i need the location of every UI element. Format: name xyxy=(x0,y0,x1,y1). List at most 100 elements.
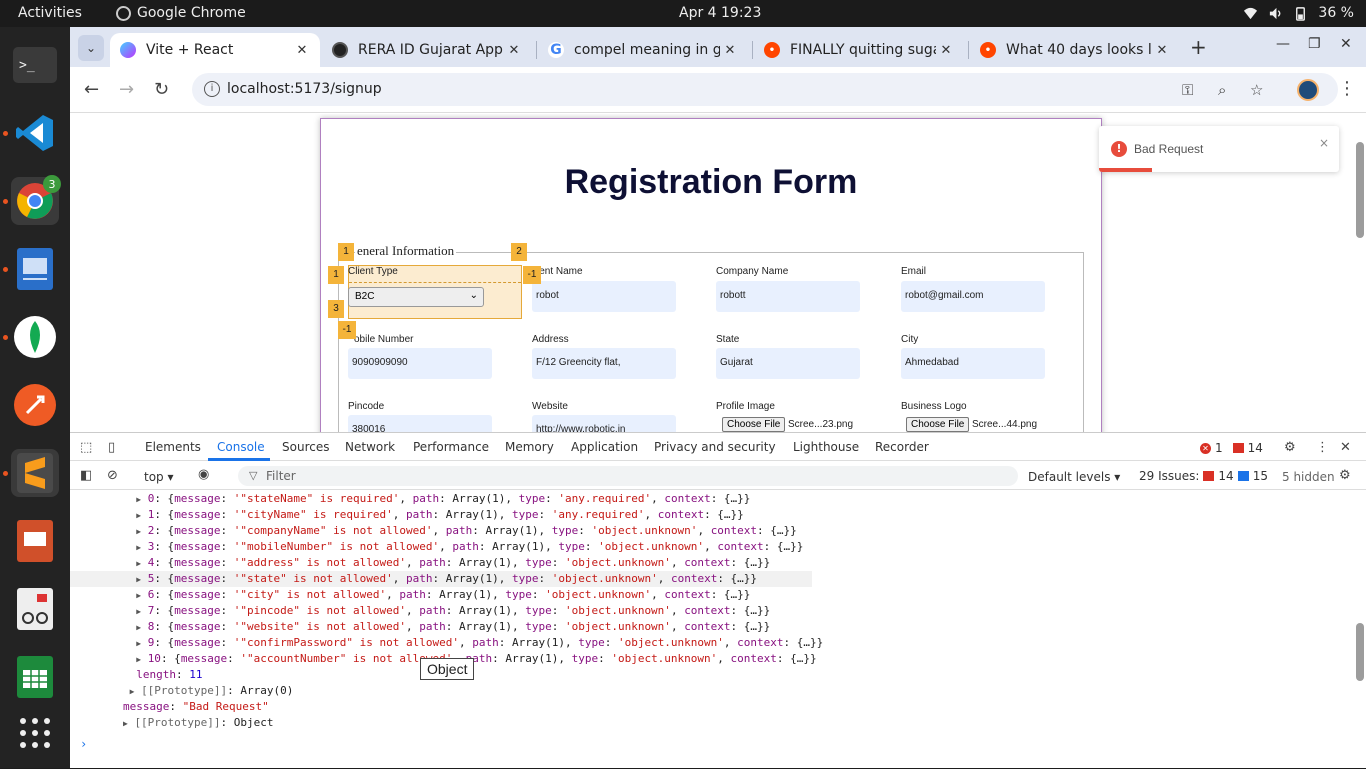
chrome-menu-icon[interactable]: ⋮ xyxy=(1338,78,1356,99)
zoom-icon[interactable]: ⌕ xyxy=(1218,81,1226,99)
mongodb-compass-launcher[interactable] xyxy=(3,313,59,361)
website-input[interactable]: http://www.robotic.in xyxy=(532,415,676,432)
tab-reddit-sugar[interactable]: • FINALLY quitting suga ✕ xyxy=(754,33,964,67)
back-arrow-icon[interactable]: ← xyxy=(84,79,99,100)
key-icon[interactable]: ⚿ xyxy=(1182,81,1193,99)
tab-close-icon[interactable]: ✕ xyxy=(292,43,312,58)
company-name-input[interactable]: robott xyxy=(716,281,860,312)
profile-image-choose-file-button[interactable]: Choose File xyxy=(722,417,786,432)
log-levels-dropdown[interactable]: Default levels ▾ xyxy=(1028,470,1120,484)
issues-counter[interactable]: 29 Issues: 14 15 xyxy=(1139,469,1268,483)
business-logo-choose-file-button[interactable]: Choose File xyxy=(906,417,970,432)
tab-rera-id[interactable]: RERA ID Gujarat App ✕ xyxy=(322,33,532,67)
state-input[interactable]: Gujarat xyxy=(716,348,860,379)
console-error-entry[interactable]: ▶ 5: {message: '"state" is not allowed',… xyxy=(70,571,812,587)
close-devtools-icon[interactable]: ✕ xyxy=(1340,440,1351,455)
new-tab-plus-icon[interactable]: + xyxy=(1190,35,1207,59)
expand-triangle-icon[interactable]: ▶ xyxy=(136,639,141,648)
app-menu[interactable]: Google Chrome xyxy=(116,5,246,21)
clock[interactable]: Apr 4 19:23 xyxy=(679,5,761,21)
tab-reddit-40-days[interactable]: • What 40 days looks lik ✕ xyxy=(970,33,1180,67)
sidebar-toggle-icon[interactable]: ◧ xyxy=(80,468,92,483)
tab-close-icon[interactable]: ✕ xyxy=(720,43,740,58)
console-error-entry[interactable]: ▶ 3: {message: '"mobileNumber" is not al… xyxy=(70,539,812,555)
tab-console[interactable]: Console xyxy=(217,440,265,454)
console-error-entry[interactable]: ▶ 0: {message: '"stateName" is required'… xyxy=(70,491,812,507)
console-error-entry[interactable]: ▶ 4: {message: '"address" is not allowed… xyxy=(70,555,812,571)
console-error-entry[interactable]: ▶ 8: {message: '"website" is not allowed… xyxy=(70,619,812,635)
client-type-select[interactable]: B2C ⌄ xyxy=(348,287,484,307)
pincode-input[interactable]: 380016 xyxy=(348,415,492,432)
tab-vite-react[interactable]: Vite + React ✕ xyxy=(110,33,320,67)
console-prompt[interactable]: › xyxy=(80,737,87,751)
system-tray[interactable]: 36 % xyxy=(1243,5,1354,21)
city-input[interactable]: Ahmedabad xyxy=(901,348,1045,379)
toast-close-icon[interactable]: × xyxy=(1319,136,1329,150)
show-apps-button[interactable] xyxy=(11,709,59,757)
expand-triangle-icon[interactable]: ▶ xyxy=(136,527,141,536)
calc-launcher[interactable] xyxy=(11,653,59,701)
tab-elements[interactable]: Elements xyxy=(145,440,201,454)
scrollbar-thumb[interactable] xyxy=(1356,142,1364,238)
expand-triangle-icon[interactable]: ▶ xyxy=(136,543,141,552)
live-expression-eye-icon[interactable]: ◉ xyxy=(198,467,209,482)
maximize-icon[interactable]: ❐ xyxy=(1308,36,1321,52)
tab-lighthouse[interactable]: Lighthouse xyxy=(793,440,859,454)
console-scrollbar-thumb[interactable] xyxy=(1356,623,1364,681)
sublime-text-launcher[interactable] xyxy=(3,449,59,497)
console-object-prototype-row[interactable]: ▶ [[Prototype]]: Object xyxy=(70,715,812,731)
tab-performance[interactable]: Performance xyxy=(413,440,489,454)
mobile-number-input[interactable]: 9090909090 xyxy=(348,348,492,379)
error-counter[interactable]: ✕ 1 14 xyxy=(1200,441,1263,455)
console-error-entry[interactable]: ▶ 1: {message: '"cityName" is required',… xyxy=(70,507,812,523)
tab-close-icon[interactable]: ✕ xyxy=(1152,43,1172,58)
context-selector[interactable]: top ▾ xyxy=(144,470,174,484)
page-scrollbar[interactable] xyxy=(1356,120,1364,424)
expand-triangle-icon[interactable]: ▶ xyxy=(136,607,141,616)
device-toolbar-icon[interactable]: ▯ xyxy=(108,440,115,455)
email-input[interactable]: robot@gmail.com xyxy=(901,281,1045,312)
console-array-prototype-row[interactable]: ▶ [[Prototype]]: Array(0) xyxy=(70,683,812,699)
forward-arrow-icon[interactable]: → xyxy=(119,79,134,100)
tab-privacy-security[interactable]: Privacy and security xyxy=(654,440,776,454)
expand-triangle-icon[interactable]: ▶ xyxy=(136,495,141,504)
settings-gear-icon[interactable]: ⚙ xyxy=(1284,440,1296,455)
tab-search-button[interactable]: ⌄ xyxy=(78,35,104,61)
expand-triangle-icon[interactable]: ▶ xyxy=(136,559,141,568)
postman-launcher[interactable] xyxy=(11,381,59,429)
expand-triangle-icon[interactable]: ▶ xyxy=(136,623,141,632)
console-error-entry[interactable]: ▶ 9: {message: '"confirmPassword" is not… xyxy=(70,635,823,651)
minimize-icon[interactable]: — xyxy=(1276,36,1290,52)
clear-console-icon[interactable]: ⊘ xyxy=(107,468,118,483)
console-error-entry[interactable]: ▶ 7: {message: '"pincode" is not allowed… xyxy=(70,603,812,619)
site-info-icon[interactable]: i xyxy=(204,81,220,97)
console-error-entry[interactable]: ▶ 6: {message: '"city" is not allowed', … xyxy=(70,587,812,603)
impress-launcher[interactable] xyxy=(11,517,59,565)
tab-application[interactable]: Application xyxy=(571,440,638,454)
console-filter-input[interactable]: ▽ Filter xyxy=(238,466,1018,486)
expand-triangle-icon[interactable]: ▶ xyxy=(136,655,141,664)
bookmark-star-icon[interactable]: ☆ xyxy=(1250,81,1263,99)
client-name-input[interactable]: robot xyxy=(532,281,676,312)
inspect-element-icon[interactable]: ⬚ xyxy=(80,440,92,455)
console-settings-gear-icon[interactable]: ⚙ xyxy=(1339,468,1351,483)
more-options-icon[interactable]: ⋮ xyxy=(1316,440,1329,455)
vscode-launcher[interactable] xyxy=(3,109,59,157)
activities-button[interactable]: Activities xyxy=(18,5,82,21)
address-bar[interactable]: i localhost:5173/signup ⚿ ⌕ ☆ xyxy=(192,73,1338,106)
image-viewer-launcher[interactable] xyxy=(3,245,59,293)
document-viewer-launcher[interactable] xyxy=(11,585,59,633)
tab-close-icon[interactable]: ✕ xyxy=(504,43,524,58)
expand-triangle-icon[interactable]: ▶ xyxy=(136,591,141,600)
address-input[interactable]: F/12 Greencity flat, xyxy=(532,348,676,379)
tab-sources[interactable]: Sources xyxy=(282,440,329,454)
console-error-entry[interactable]: ▶ 2: {message: '"companyName" is not all… xyxy=(70,523,812,539)
expand-triangle-icon[interactable]: ▶ xyxy=(136,575,141,584)
tab-memory[interactable]: Memory xyxy=(505,440,554,454)
chrome-launcher[interactable]: 3 xyxy=(3,175,61,225)
tab-google-search[interactable]: G compel meaning in gu ✕ xyxy=(538,33,748,67)
terminal-launcher[interactable]: >_ xyxy=(11,41,59,89)
expand-triangle-icon[interactable]: ▶ xyxy=(136,511,141,520)
tab-network[interactable]: Network xyxy=(345,440,395,454)
close-window-icon[interactable]: ✕ xyxy=(1340,36,1352,52)
